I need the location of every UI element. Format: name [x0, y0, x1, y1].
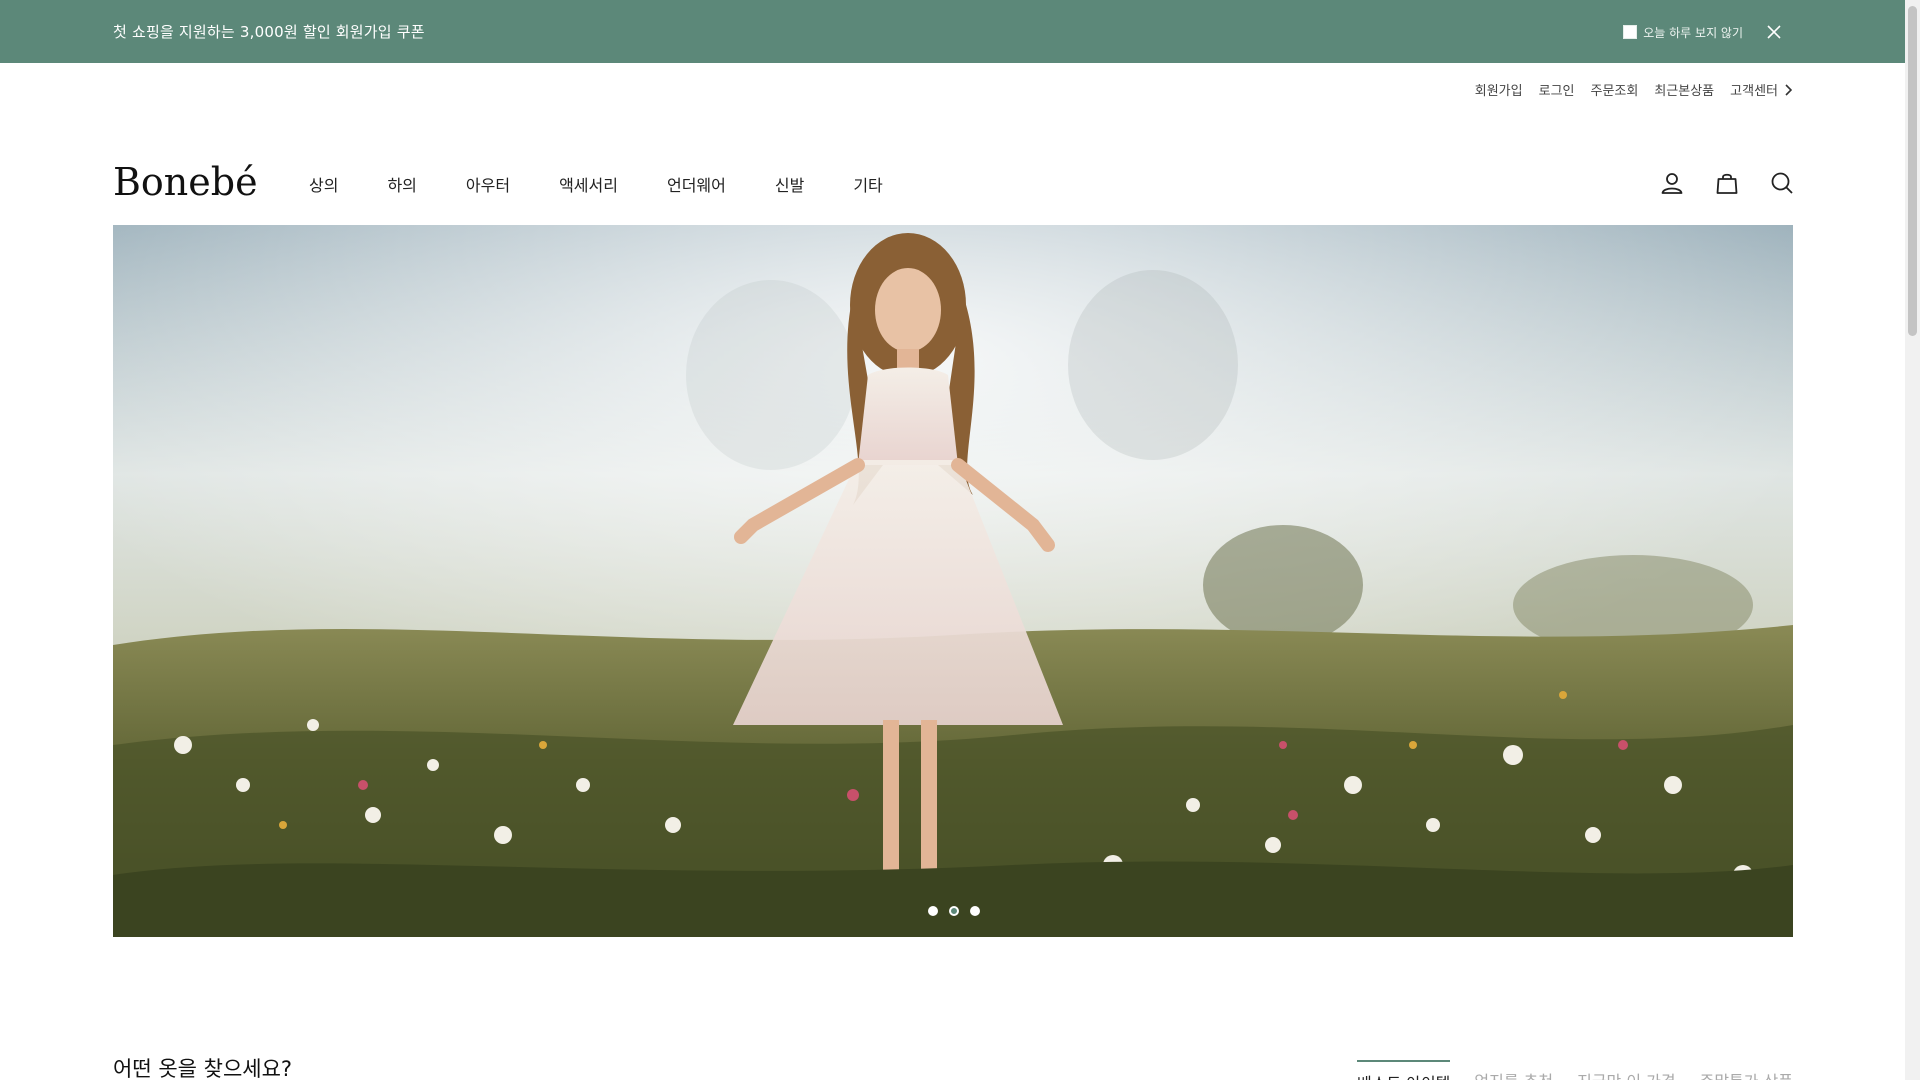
- slide-indicators: [928, 906, 980, 916]
- order-lookup-link[interactable]: 주문조회: [1591, 80, 1639, 99]
- nav-item-shoes[interactable]: 신발: [775, 172, 804, 196]
- slide-dot-1[interactable]: [928, 906, 938, 916]
- tab-weekend-deals[interactable]: 주말특가 상품: [1700, 1060, 1793, 1080]
- slide-dot-2[interactable]: [949, 906, 959, 916]
- slide-dot-3[interactable]: [970, 906, 980, 916]
- page-scrollbar[interactable]: [1905, 0, 1920, 1080]
- promo-banner: 첫 쇼핑을 지원하는 3,000원 할인 회원가입 쿠폰 오늘 하루 보지 않기: [0, 0, 1905, 63]
- dont-show-today-label: 오늘 하루 보지 않기: [1643, 25, 1743, 40]
- promo-controls: 오늘 하루 보지 않기: [1623, 18, 1787, 46]
- section-tabs: 베스트 아이템 엄지를 추천 지금만 이 가격 주말특가 상품: [1357, 1060, 1793, 1080]
- search-button[interactable]: [1768, 169, 1796, 197]
- user-icon: [1661, 173, 1683, 194]
- nav-item-accessories[interactable]: 액세서리: [559, 172, 618, 196]
- account-button[interactable]: [1658, 169, 1686, 197]
- nav-item-underwear[interactable]: 언더웨어: [667, 172, 726, 196]
- page: 첫 쇼핑을 지원하는 3,000원 할인 회원가입 쿠폰 오늘 하루 보지 않기…: [0, 0, 1920, 1080]
- nav-item-bottoms[interactable]: 하의: [387, 172, 416, 196]
- nav-item-etc[interactable]: 기타: [853, 172, 882, 196]
- header-icons: [1658, 169, 1796, 197]
- tab-best-items[interactable]: 베스트 아이템: [1357, 1060, 1451, 1080]
- dont-show-today-checkbox[interactable]: [1623, 25, 1638, 39]
- logo[interactable]: Bonebé: [113, 160, 258, 204]
- hero-banner[interactable]: [113, 225, 1793, 937]
- shopping-bag-icon: [1716, 173, 1738, 194]
- close-banner-button[interactable]: [1761, 19, 1787, 45]
- tab-recommended[interactable]: 엄지를 추천: [1474, 1060, 1553, 1080]
- customer-center-label: 고객센터: [1730, 84, 1778, 99]
- close-icon: [1767, 25, 1781, 39]
- signup-link[interactable]: 회원가입: [1475, 80, 1523, 99]
- search-icon: [1771, 172, 1793, 194]
- section-title: 어떤 옷을 찾으세요?: [113, 1057, 293, 1080]
- nav-item-outerwear[interactable]: 아우터: [466, 172, 510, 196]
- promo-text[interactable]: 첫 쇼핑을 지원하는 3,000원 할인 회원가입 쿠폰: [113, 21, 425, 42]
- customer-center-link[interactable]: 고객센터: [1730, 80, 1792, 99]
- tab-special-price[interactable]: 지금만 이 가격: [1577, 1060, 1676, 1080]
- hero-image: [113, 225, 1793, 937]
- login-link[interactable]: 로그인: [1539, 80, 1575, 99]
- cart-button[interactable]: [1713, 169, 1741, 197]
- nav-item-tops[interactable]: 상의: [309, 172, 338, 196]
- utility-nav: 회원가입 로그인 주문조회 최근본상품 고객센터: [1475, 80, 1792, 99]
- main-nav: 상의 하의 아우터 액세서리 언더웨어 신발 기타: [309, 172, 932, 196]
- recently-viewed-link[interactable]: 최근본상품: [1654, 80, 1714, 99]
- dont-show-today-option[interactable]: 오늘 하루 보지 않기: [1623, 24, 1743, 41]
- chevron-right-icon: [1785, 83, 1792, 96]
- scrollbar-thumb[interactable]: [1908, 6, 1917, 336]
